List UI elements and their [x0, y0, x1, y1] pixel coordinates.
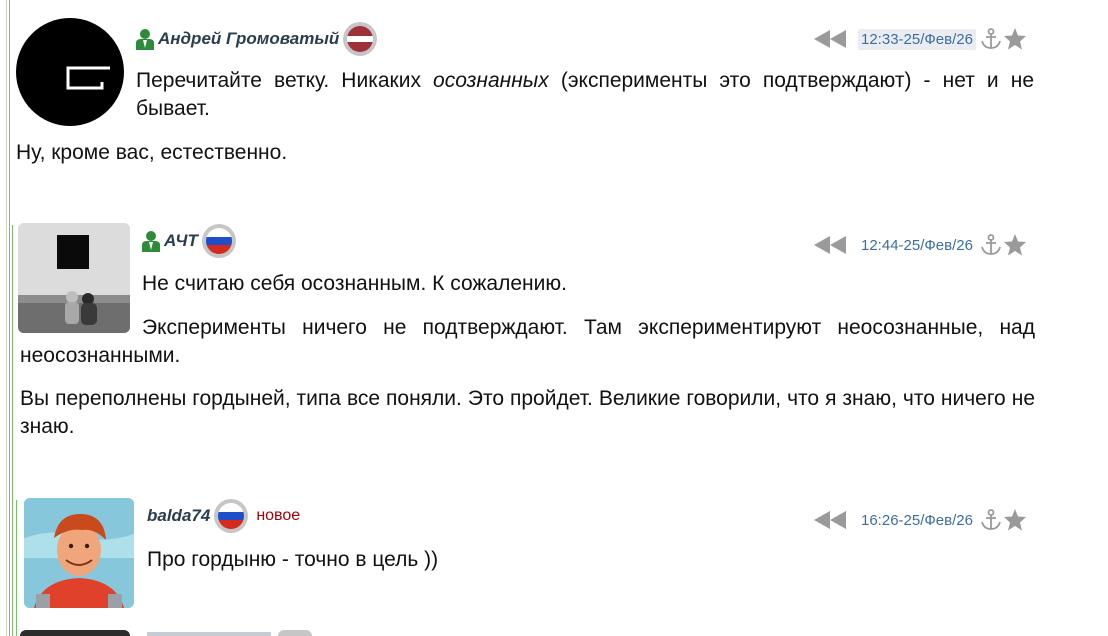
comment-text-paragraph: Про гордыню - точно в цель )) — [147, 548, 439, 571]
comment-3: balda74 новое 16:26-25/Фев/26 Про гордын… — [0, 0, 1108, 636]
next-comment-flag-partial — [278, 630, 312, 636]
double-left-arrow-icon[interactable] — [814, 511, 846, 529]
anchor-icon[interactable] — [980, 509, 1002, 531]
avatar-image — [24, 498, 134, 608]
next-comment-author-partial — [147, 632, 271, 636]
post-timestamp[interactable]: 16:26-25/Фев/26 — [858, 510, 976, 531]
russia-flag-icon — [214, 499, 249, 533]
new-badge: новое — [256, 507, 301, 524]
star-icon[interactable] — [1003, 508, 1027, 532]
next-comment-avatar-partial — [20, 630, 130, 636]
avatar[interactable] — [24, 498, 134, 608]
author-name[interactable]: balda74 — [147, 506, 210, 526]
